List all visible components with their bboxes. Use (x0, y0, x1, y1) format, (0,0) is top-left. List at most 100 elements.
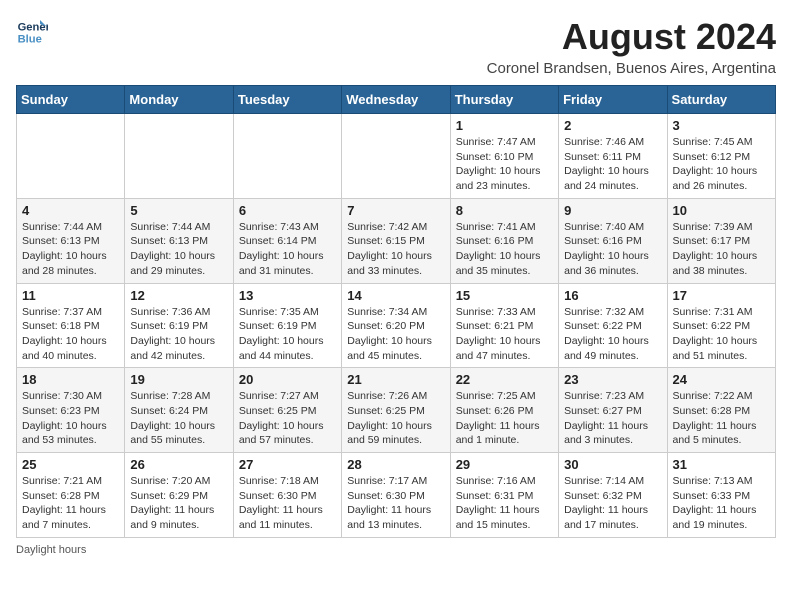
day-number: 25 (22, 457, 119, 472)
calendar-day-header: Wednesday (342, 86, 450, 114)
calendar-day-cell: 19 Sunrise: 7:28 AM Sunset: 6:24 PM Dayli… (125, 368, 233, 453)
day-number: 15 (456, 288, 553, 303)
calendar-day-cell: 31 Sunrise: 7:13 AM Sunset: 6:33 PM Dayli… (667, 453, 775, 538)
calendar-day-cell: 7 Sunrise: 7:42 AM Sunset: 6:15 PM Daylig… (342, 198, 450, 283)
calendar-week-row: 25 Sunrise: 7:21 AM Sunset: 6:28 PM Dayli… (17, 453, 776, 538)
page-header: General Blue August 2024 Coronel Brandse… (16, 16, 776, 77)
calendar-day-cell: 12 Sunrise: 7:36 AM Sunset: 6:19 PM Dayli… (125, 283, 233, 368)
calendar-header-row: SundayMondayTuesdayWednesdayThursdayFrid… (17, 86, 776, 114)
calendar-day-header: Tuesday (233, 86, 341, 114)
day-number: 10 (673, 203, 770, 218)
day-number: 22 (456, 372, 553, 387)
day-info: Sunrise: 7:34 AM Sunset: 6:20 PM Dayligh… (347, 305, 444, 364)
day-number: 11 (22, 288, 119, 303)
day-number: 23 (564, 372, 661, 387)
logo: General Blue (16, 16, 48, 48)
day-number: 20 (239, 372, 336, 387)
calendar-day-cell (342, 114, 450, 199)
calendar-day-cell: 24 Sunrise: 7:22 AM Sunset: 6:28 PM Dayli… (667, 368, 775, 453)
calendar-day-cell: 1 Sunrise: 7:47 AM Sunset: 6:10 PM Daylig… (450, 114, 558, 199)
day-number: 24 (673, 372, 770, 387)
day-number: 6 (239, 203, 336, 218)
day-number: 26 (130, 457, 227, 472)
calendar-day-header: Monday (125, 86, 233, 114)
day-info: Sunrise: 7:44 AM Sunset: 6:13 PM Dayligh… (130, 220, 227, 279)
day-number: 5 (130, 203, 227, 218)
day-info: Sunrise: 7:40 AM Sunset: 6:16 PM Dayligh… (564, 220, 661, 279)
calendar-day-cell: 26 Sunrise: 7:20 AM Sunset: 6:29 PM Dayli… (125, 453, 233, 538)
calendar-day-cell: 15 Sunrise: 7:33 AM Sunset: 6:21 PM Dayli… (450, 283, 558, 368)
calendar-day-cell: 22 Sunrise: 7:25 AM Sunset: 6:26 PM Dayli… (450, 368, 558, 453)
day-number: 28 (347, 457, 444, 472)
day-info: Sunrise: 7:18 AM Sunset: 6:30 PM Dayligh… (239, 474, 336, 533)
calendar-day-cell: 9 Sunrise: 7:40 AM Sunset: 6:16 PM Daylig… (559, 198, 667, 283)
day-info: Sunrise: 7:17 AM Sunset: 6:30 PM Dayligh… (347, 474, 444, 533)
day-info: Sunrise: 7:20 AM Sunset: 6:29 PM Dayligh… (130, 474, 227, 533)
calendar-day-cell: 6 Sunrise: 7:43 AM Sunset: 6:14 PM Daylig… (233, 198, 341, 283)
day-info: Sunrise: 7:43 AM Sunset: 6:14 PM Dayligh… (239, 220, 336, 279)
day-info: Sunrise: 7:16 AM Sunset: 6:31 PM Dayligh… (456, 474, 553, 533)
day-number: 12 (130, 288, 227, 303)
calendar-day-cell: 14 Sunrise: 7:34 AM Sunset: 6:20 PM Dayli… (342, 283, 450, 368)
day-number: 1 (456, 118, 553, 133)
day-info: Sunrise: 7:47 AM Sunset: 6:10 PM Dayligh… (456, 135, 553, 194)
day-number: 29 (456, 457, 553, 472)
day-info: Sunrise: 7:44 AM Sunset: 6:13 PM Dayligh… (22, 220, 119, 279)
day-info: Sunrise: 7:22 AM Sunset: 6:28 PM Dayligh… (673, 389, 770, 448)
day-number: 13 (239, 288, 336, 303)
calendar-day-cell (233, 114, 341, 199)
calendar-day-cell (17, 114, 125, 199)
day-info: Sunrise: 7:14 AM Sunset: 6:32 PM Dayligh… (564, 474, 661, 533)
calendar-week-row: 11 Sunrise: 7:37 AM Sunset: 6:18 PM Dayli… (17, 283, 776, 368)
day-info: Sunrise: 7:31 AM Sunset: 6:22 PM Dayligh… (673, 305, 770, 364)
calendar-day-cell: 18Sunrise: 7:30 AM Sunset: 6:23 PM Dayli… (17, 368, 125, 453)
day-number: 17 (673, 288, 770, 303)
day-info: Sunrise: 7:25 AM Sunset: 6:26 PM Dayligh… (456, 389, 553, 448)
day-info: Sunrise: 7:21 AM Sunset: 6:28 PM Dayligh… (22, 474, 119, 533)
day-info: Sunrise: 7:42 AM Sunset: 6:15 PM Dayligh… (347, 220, 444, 279)
day-number: 16 (564, 288, 661, 303)
calendar-week-row: 4 Sunrise: 7:44 AM Sunset: 6:13 PM Daylig… (17, 198, 776, 283)
calendar-day-cell: 29 Sunrise: 7:16 AM Sunset: 6:31 PM Dayli… (450, 453, 558, 538)
day-info: Sunrise: 7:23 AM Sunset: 6:27 PM Dayligh… (564, 389, 661, 448)
day-info: Sunrise: 7:39 AM Sunset: 6:17 PM Dayligh… (673, 220, 770, 279)
day-number: 31 (673, 457, 770, 472)
calendar-day-cell: 10 Sunrise: 7:39 AM Sunset: 6:17 PM Dayli… (667, 198, 775, 283)
calendar-day-cell: 20Sunrise: 7:27 AM Sunset: 6:25 PM Dayli… (233, 368, 341, 453)
calendar-day-cell: 11 Sunrise: 7:37 AM Sunset: 6:18 PM Dayli… (17, 283, 125, 368)
day-number: 4 (22, 203, 119, 218)
day-number: 19 (130, 372, 227, 387)
day-number: 18 (22, 372, 119, 387)
day-info: Sunrise: 7:35 AM Sunset: 6:19 PM Dayligh… (239, 305, 336, 364)
calendar-day-cell: 27Sunrise: 7:18 AM Sunset: 6:30 PM Dayli… (233, 453, 341, 538)
day-info: Sunrise: 7:36 AM Sunset: 6:19 PM Dayligh… (130, 305, 227, 364)
calendar-day-cell: 21Sunrise: 7:26 AM Sunset: 6:25 PM Dayli… (342, 368, 450, 453)
day-number: 9 (564, 203, 661, 218)
day-number: 7 (347, 203, 444, 218)
calendar-day-header: Saturday (667, 86, 775, 114)
day-info: Sunrise: 7:28 AM Sunset: 6:24 PM Dayligh… (130, 389, 227, 448)
day-number: 8 (456, 203, 553, 218)
logo-icon: General Blue (16, 16, 48, 48)
location: Coronel Brandsen, Buenos Aires, Argentin… (487, 60, 776, 77)
calendar-day-header: Thursday (450, 86, 558, 114)
day-number: 30 (564, 457, 661, 472)
day-info: Sunrise: 7:41 AM Sunset: 6:16 PM Dayligh… (456, 220, 553, 279)
day-info: Sunrise: 7:46 AM Sunset: 6:11 PM Dayligh… (564, 135, 661, 194)
calendar-day-cell: 5 Sunrise: 7:44 AM Sunset: 6:13 PM Daylig… (125, 198, 233, 283)
day-info: Sunrise: 7:37 AM Sunset: 6:18 PM Dayligh… (22, 305, 119, 364)
calendar-day-header: Sunday (17, 86, 125, 114)
calendar-week-row: 18Sunrise: 7:30 AM Sunset: 6:23 PM Dayli… (17, 368, 776, 453)
day-info: Sunrise: 7:33 AM Sunset: 6:21 PM Dayligh… (456, 305, 553, 364)
calendar-day-cell: 16Sunrise: 7:32 AM Sunset: 6:22 PM Dayli… (559, 283, 667, 368)
calendar-day-cell: 8 Sunrise: 7:41 AM Sunset: 6:16 PM Daylig… (450, 198, 558, 283)
calendar-day-cell (125, 114, 233, 199)
day-info: Sunrise: 7:13 AM Sunset: 6:33 PM Dayligh… (673, 474, 770, 533)
calendar-day-cell: 25 Sunrise: 7:21 AM Sunset: 6:28 PM Dayli… (17, 453, 125, 538)
svg-text:Blue: Blue (18, 33, 42, 45)
month-year: August 2024 (487, 16, 776, 58)
day-number: 2 (564, 118, 661, 133)
day-number: 14 (347, 288, 444, 303)
calendar-day-cell: 30 Sunrise: 7:14 AM Sunset: 6:32 PM Dayli… (559, 453, 667, 538)
calendar-day-cell: 28 Sunrise: 7:17 AM Sunset: 6:30 PM Dayli… (342, 453, 450, 538)
